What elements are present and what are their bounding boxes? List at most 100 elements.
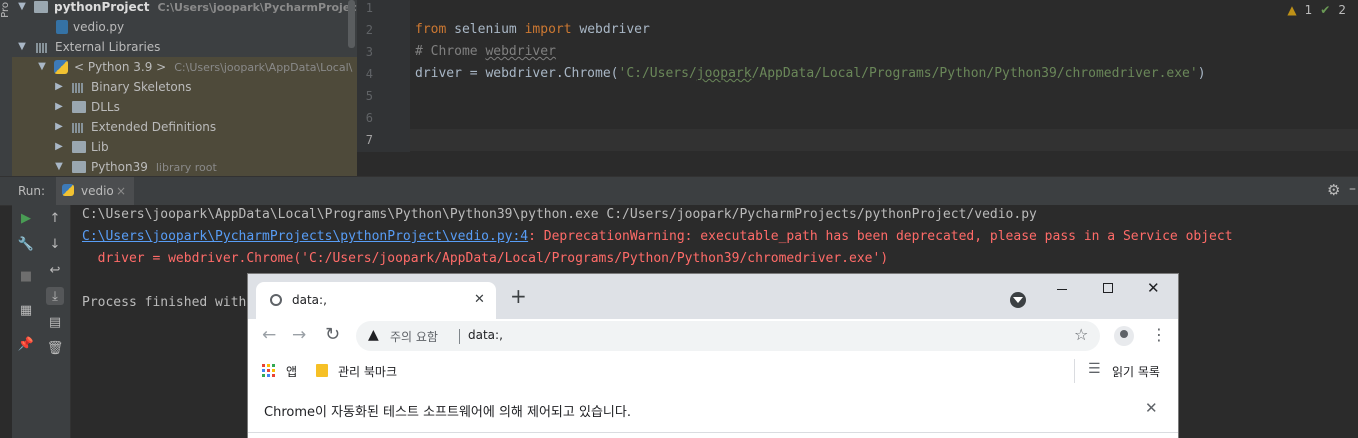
console-line-command: C:\Users\joopark\AppData\Local\Programs\… bbox=[82, 207, 1037, 222]
run-icon[interactable]: ▶ bbox=[17, 209, 35, 227]
chevron-down-icon[interactable]: ▼ bbox=[16, 37, 28, 57]
close-icon[interactable]: ✕ bbox=[1145, 399, 1158, 417]
scroll-to-end-icon[interactable]: ⤓ bbox=[46, 287, 64, 305]
trash-icon[interactable]: 🗑 bbox=[46, 339, 64, 357]
console-line-process-finished: Process finished with bbox=[82, 295, 247, 310]
pin-icon[interactable]: 📌 bbox=[17, 335, 35, 353]
folder-icon bbox=[72, 101, 86, 113]
line-number: 4 bbox=[365, 67, 373, 81]
close-icon[interactable]: × bbox=[116, 184, 126, 198]
maximize-icon[interactable] bbox=[1103, 283, 1113, 293]
security-indicator-label[interactable]: 주의 요함 bbox=[390, 328, 438, 345]
library-icon bbox=[72, 81, 86, 93]
forward-arrow-icon[interactable]: → bbox=[292, 325, 306, 345]
line-number: 5 bbox=[365, 89, 373, 103]
run-toolbar-secondary: ↑ ↓ ↩ ⤓ ▤ 🗑 bbox=[40, 205, 71, 438]
chrome-window[interactable]: data:, ✕ + ✕ ← → ↻ ▲ 주의 요함 data:, ☆ ⋮ 앱 … bbox=[248, 274, 1178, 438]
gear-icon[interactable]: ⚙ bbox=[1327, 181, 1340, 199]
tree-item-label: Lib bbox=[91, 140, 109, 154]
tree-item-python-project[interactable]: ▼ pythonProject C:\Users\joopark\PycharmP… bbox=[12, 0, 357, 17]
tree-item-lib[interactable]: ▶ Lib bbox=[12, 137, 357, 157]
chevron-down-icon bbox=[1013, 297, 1023, 303]
line-number: 2 bbox=[365, 23, 373, 37]
tree-item-label: vedio.py bbox=[73, 20, 125, 34]
source-link[interactable]: C:\Users\joopark\PycharmProjects\pythonP… bbox=[82, 229, 528, 244]
python-icon bbox=[54, 60, 68, 74]
kebab-menu-icon[interactable]: ⋮ bbox=[1151, 325, 1167, 344]
tree-item-label: pythonProject bbox=[54, 0, 150, 14]
apps-grid-icon bbox=[262, 364, 275, 377]
editor-gutter: 1 2 3 4 5 6 7 bbox=[357, 0, 410, 152]
double-check-icon: ✔ bbox=[1320, 3, 1331, 17]
chevron-down-icon[interactable]: ▼ bbox=[16, 0, 28, 17]
reading-list-icon: ☰ bbox=[1088, 361, 1101, 377]
bookmarks-bar: 앱 관리 북마크 ☰ 읽기 목록 bbox=[248, 355, 1178, 388]
chrome-toolbar: ← → ↻ ▲ 주의 요함 data:, ☆ ⋮ bbox=[248, 319, 1178, 355]
chevron-down-icon[interactable]: ▼ bbox=[53, 157, 65, 176]
folder-icon bbox=[72, 141, 86, 153]
tree-item-label: External Libraries bbox=[55, 40, 161, 54]
address-bar[interactable]: ▲ 주의 요함 data:, ☆ bbox=[356, 321, 1100, 351]
back-arrow-icon[interactable]: ← bbox=[262, 325, 276, 345]
layout-icon[interactable]: ▦ bbox=[17, 301, 35, 319]
library-icon bbox=[36, 41, 50, 53]
profile-avatar-icon[interactable] bbox=[1114, 326, 1134, 346]
tree-item-vedio-py[interactable]: vedio.py bbox=[12, 17, 357, 37]
soft-wrap-icon[interactable]: ↩ bbox=[46, 261, 64, 279]
tree-item-external-libraries[interactable]: ▼ External Libraries bbox=[12, 37, 357, 57]
stop-icon[interactable]: ■ bbox=[17, 267, 35, 285]
code-editor[interactable]: from selenium import webdriver # Chrome … bbox=[410, 0, 1358, 152]
tree-item-path-hint: C:\Users\joopark\AppData\Local\ bbox=[174, 61, 353, 74]
warnings-count: 1 bbox=[1304, 3, 1313, 17]
project-tool-label[interactable]: Pro bbox=[0, 2, 11, 18]
inspection-widget[interactable]: ▲ 1 ✔ 2 bbox=[1287, 3, 1346, 17]
reload-icon[interactable]: ↻ bbox=[325, 324, 340, 345]
automation-infobar: Chrome이 자동화된 테스트 소프트웨어에 의해 제어되고 있습니다. ✕ bbox=[248, 387, 1178, 433]
tree-item-binary-skeletons[interactable]: ▶ Binary Skeletons bbox=[12, 77, 357, 97]
tree-item-python-sdk[interactable]: ▼ < Python 3.9 > C:\Users\joopark\AppData… bbox=[12, 57, 357, 77]
window-close-icon[interactable]: ✕ bbox=[1147, 279, 1160, 297]
chrome-tab[interactable]: data:, ✕ bbox=[256, 282, 496, 319]
arrow-up-icon[interactable]: ↑ bbox=[46, 209, 64, 227]
warning-triangle-icon: ▲ bbox=[1287, 3, 1297, 17]
bookmark-apps[interactable]: 앱 bbox=[286, 363, 297, 380]
reading-list[interactable]: 읽기 목록 bbox=[1112, 363, 1160, 380]
chevron-right-icon[interactable]: ▶ bbox=[53, 97, 65, 117]
ok-count: 2 bbox=[1338, 3, 1346, 17]
minimize-icon[interactable] bbox=[1057, 289, 1067, 290]
line-number: 7 bbox=[365, 133, 373, 147]
tree-scrollbar[interactable] bbox=[348, 0, 355, 48]
chevron-right-icon[interactable]: ▶ bbox=[53, 77, 65, 97]
address-input[interactable]: data:, bbox=[468, 328, 503, 342]
run-tool-window-header: Run: vedio × ⚙ – bbox=[0, 176, 1358, 206]
chevron-right-icon[interactable]: ▶ bbox=[53, 137, 65, 157]
code-line-4: driver = webdriver.Chrome('C:/Users/joop… bbox=[415, 66, 1206, 81]
code-line-3: # Chrome webdriver bbox=[415, 44, 556, 59]
tree-item-library-root-hint: library root bbox=[155, 161, 217, 174]
run-toolbar-primary: ▶ 🔧 ■ ▦ 📌 bbox=[12, 205, 40, 438]
tree-item-python39[interactable]: ▼ Python39 library root bbox=[12, 157, 357, 176]
python-file-icon bbox=[56, 20, 68, 34]
tree-item-extended-definitions[interactable]: ▶ Extended Definitions bbox=[12, 117, 357, 137]
folder-icon bbox=[72, 161, 86, 173]
print-icon[interactable]: ▤ bbox=[46, 313, 64, 331]
close-icon[interactable]: ✕ bbox=[474, 292, 485, 307]
chrome-tab-strip: data:, ✕ + ✕ bbox=[248, 274, 1178, 319]
wrench-icon[interactable]: 🔧 bbox=[17, 235, 35, 253]
run-tab-vedio[interactable]: vedio × bbox=[56, 177, 134, 205]
chevron-down-icon[interactable]: ▼ bbox=[36, 57, 48, 77]
run-tab-label: vedio bbox=[81, 184, 114, 198]
current-line-highlight bbox=[410, 129, 1358, 151]
minimize-icon[interactable]: – bbox=[1349, 181, 1356, 197]
bookmark-star-icon[interactable]: ☆ bbox=[1074, 325, 1088, 344]
bookmark-managed[interactable]: 관리 북마크 bbox=[338, 363, 397, 380]
warning-triangle-icon[interactable]: ▲ bbox=[368, 327, 379, 343]
python-icon bbox=[62, 184, 74, 196]
separator bbox=[459, 329, 460, 344]
chevron-right-icon[interactable]: ▶ bbox=[53, 117, 65, 137]
tree-item-dlls[interactable]: ▶ DLLs bbox=[12, 97, 357, 117]
new-tab-button[interactable]: + bbox=[510, 286, 527, 306]
arrow-down-icon[interactable]: ↓ bbox=[46, 235, 64, 253]
run-label: Run: bbox=[18, 184, 46, 198]
folder-icon bbox=[34, 1, 48, 13]
